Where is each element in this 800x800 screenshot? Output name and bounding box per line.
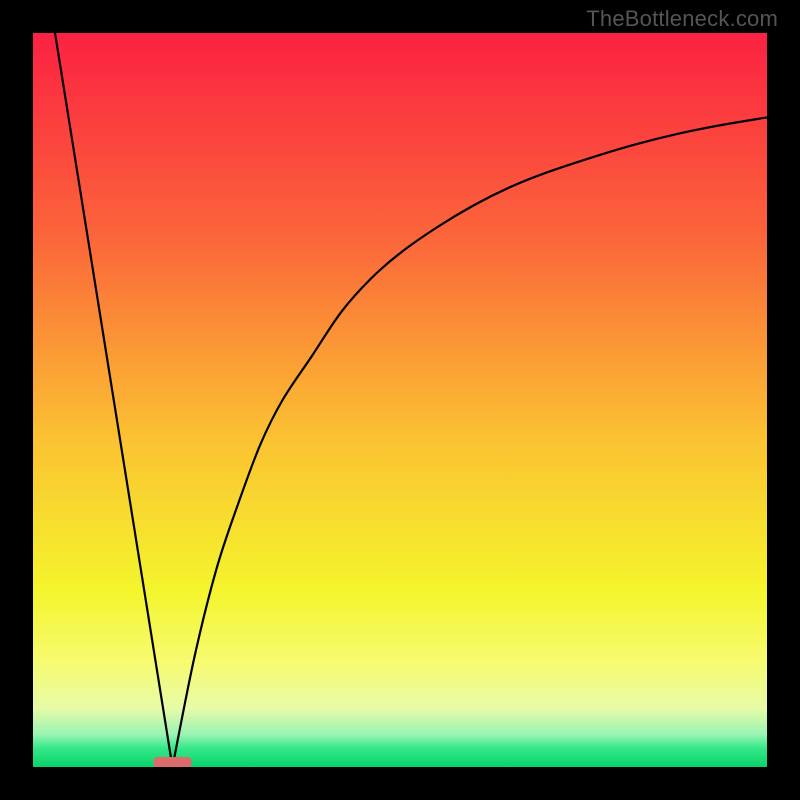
notch-marker — [153, 757, 191, 767]
watermark-text: TheBottleneck.com — [586, 6, 778, 32]
gradient-background — [33, 33, 767, 767]
chart-svg — [33, 33, 767, 767]
plot-area — [33, 33, 767, 767]
chart-frame: TheBottleneck.com — [0, 0, 800, 800]
